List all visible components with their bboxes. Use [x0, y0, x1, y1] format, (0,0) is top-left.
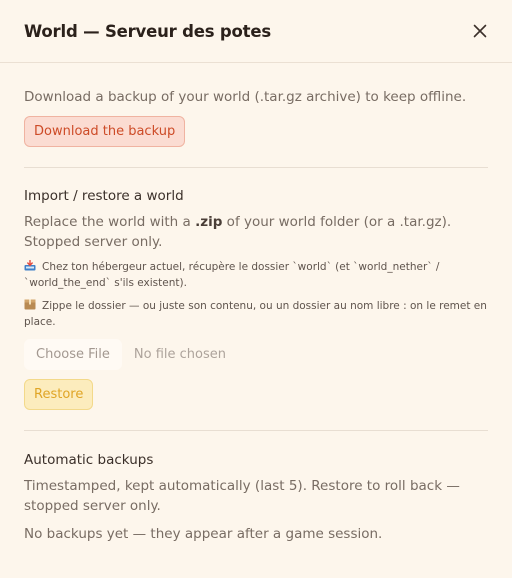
import-description: Replace the world with a .zip of your wo… — [24, 214, 452, 250]
world-backup-dialog: World — Serveur des potes Download a bac… — [0, 0, 512, 578]
import-step-2-text: Zippe le dossier — ou juste son contenu,… — [24, 300, 487, 328]
inbox-tray-icon — [24, 260, 36, 271]
import-step-1: Chez ton hébergeur actuel, récupère le d… — [24, 260, 488, 291]
download-description: Download a backup of your world (.tar.gz… — [24, 89, 467, 105]
file-status: No file chosen — [133, 347, 226, 362]
automatic-backups-section: Automatic backups Timestamped, kept auto… — [24, 431, 488, 544]
import-heading: Import / restore a world — [24, 188, 184, 204]
dialog-header: World — Serveur des potes — [0, 0, 512, 63]
close-icon — [473, 24, 487, 38]
download-section: Download a backup of your world (.tar.gz… — [24, 63, 488, 167]
close-button[interactable] — [471, 22, 489, 40]
automatic-backups-description: Timestamped, kept automatically (last 5)… — [24, 478, 460, 514]
dialog-body: Download a backup of your world (.tar.gz… — [0, 63, 512, 544]
import-section: Import / restore a world Replace the wor… — [24, 168, 488, 430]
automatic-backups-heading: Automatic backups — [24, 452, 154, 468]
zip-emphasis: .zip — [195, 214, 223, 230]
import-step-1-text: Chez ton hébergeur actuel, récupère le d… — [24, 261, 440, 289]
download-backup-button[interactable]: Download the backup — [24, 116, 186, 147]
choose-file-button[interactable]: Choose File — [24, 339, 122, 370]
package-icon — [24, 299, 36, 310]
import-step-2: Zippe le dossier — ou juste son contenu,… — [24, 299, 488, 330]
no-backups-message: No backups yet — they appear after a gam… — [24, 526, 383, 542]
dialog-title: World — Serveur des potes — [24, 21, 271, 41]
file-picker: Choose File No file chosen — [24, 339, 488, 370]
restore-button[interactable]: Restore — [24, 379, 94, 410]
